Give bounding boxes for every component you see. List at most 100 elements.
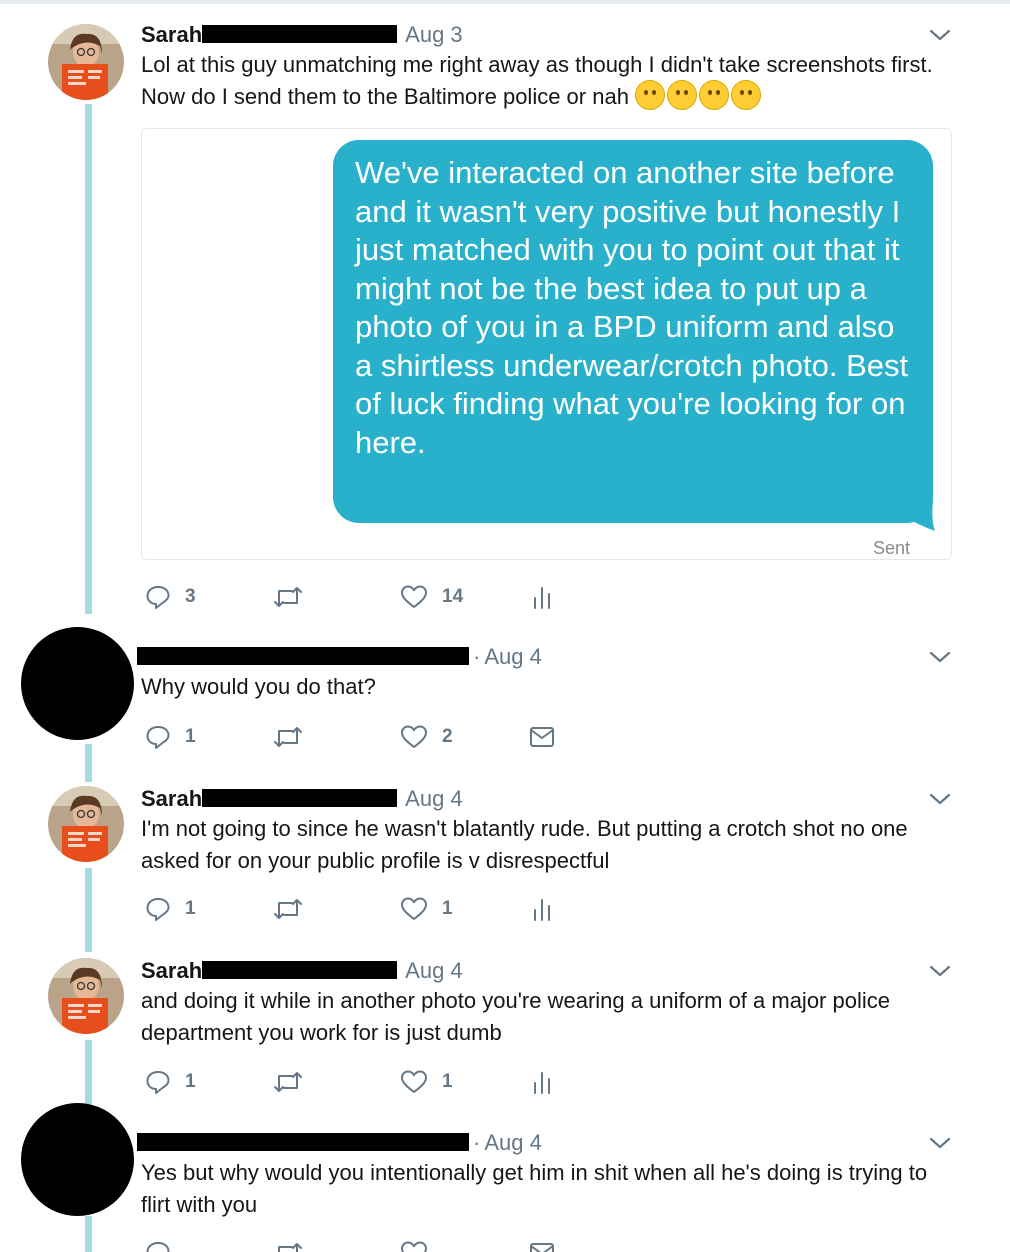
chevron-down-icon[interactable] (928, 791, 952, 807)
top-divider (0, 0, 1010, 4)
retweet-button[interactable] (273, 894, 303, 924)
direct-message-button[interactable] (528, 1238, 556, 1252)
tweet-date[interactable]: Aug 3 (405, 22, 463, 47)
thread-line (85, 1216, 92, 1252)
chevron-down-icon[interactable] (928, 27, 952, 43)
retweet-button[interactable] (273, 582, 303, 612)
reply-icon (146, 898, 170, 921)
tweet-date[interactable]: Aug 4 (405, 958, 463, 983)
thread-line (85, 868, 92, 952)
like-count: 1 (442, 898, 453, 919)
redacted-handle (202, 25, 398, 44)
emoji-group (634, 80, 761, 111)
tweet-actions: 1 2 (141, 722, 561, 752)
avatar[interactable] (48, 24, 124, 100)
analytics-button[interactable] (532, 582, 552, 612)
like-icon (401, 897, 427, 920)
reply-icon (146, 586, 170, 609)
like-icon (401, 725, 427, 748)
tweet-date[interactable]: Aug 4 (484, 1130, 542, 1155)
reply-count: 1 (185, 726, 196, 747)
redacted-handle (202, 789, 398, 808)
reply-icon (146, 726, 170, 749)
upside-down-face-icon (666, 80, 697, 111)
tweet-actions (141, 1238, 561, 1252)
retweet-icon (274, 587, 302, 607)
tweet-header: · Aug 4 (137, 643, 542, 671)
reply-icon (146, 1242, 170, 1252)
separator-dot: · (473, 1130, 481, 1155)
tears-of-joy-face-icon (730, 80, 761, 111)
thread-line (85, 104, 92, 614)
direct-message-button[interactable] (528, 722, 556, 752)
analytics-icon (534, 899, 550, 921)
thread-line (85, 744, 92, 782)
tweet-actions: 1 1 (141, 1067, 561, 1097)
retweet-button[interactable] (273, 722, 303, 752)
like-button[interactable]: 1 (400, 894, 453, 924)
tweet-date[interactable]: Aug 4 (484, 644, 542, 669)
analytics-icon (534, 587, 550, 609)
message-bubble: We've interacted on another site before … (333, 140, 933, 523)
author-name[interactable]: Sarah (141, 22, 202, 47)
author-name[interactable]: Sarah (141, 958, 202, 983)
reply-button[interactable]: 3 (145, 582, 196, 612)
tweet-text: Yes but why would you intentionally get … (141, 1160, 928, 1217)
like-count: 2 (442, 726, 453, 747)
analytics-button[interactable] (532, 1067, 552, 1097)
tweet-text: I'm not going to since he wasn't blatant… (141, 816, 908, 873)
tweet-text: Why would you do that? (141, 674, 376, 699)
tweet-header: · Aug 4 (137, 1129, 542, 1157)
tweet-actions: 1 1 (141, 894, 561, 924)
redacted-name (137, 647, 469, 666)
tweet-header: Sarah Aug 3 (141, 21, 463, 49)
redacted-handle (202, 961, 398, 980)
like-button[interactable] (400, 1238, 428, 1252)
analytics-button[interactable] (532, 894, 552, 924)
like-button[interactable]: 14 (400, 582, 463, 612)
avatar[interactable] (48, 786, 124, 862)
tweet-text: Lol at this guy unmatching me right away… (141, 49, 941, 113)
chevron-down-icon[interactable] (928, 963, 952, 979)
chevron-down-icon[interactable] (928, 649, 952, 665)
author-name[interactable]: Sarah (141, 786, 202, 811)
reply-icon (146, 1071, 170, 1094)
direct-message-icon (530, 1243, 554, 1252)
avatar[interactable] (48, 958, 124, 1034)
chevron-down-icon[interactable] (928, 1135, 952, 1151)
media-screenshot[interactable]: We've interacted on another site before … (141, 128, 952, 560)
reply-button[interactable]: 1 (145, 722, 196, 752)
tweet-date[interactable]: Aug 4 (405, 786, 463, 811)
bubble-tail (913, 501, 935, 531)
message-status: Sent (873, 538, 911, 558)
like-button[interactable]: 1 (400, 1067, 453, 1097)
retweet-icon (274, 899, 302, 919)
retweet-icon (274, 727, 302, 747)
tweet-actions: 3 14 (141, 582, 561, 612)
tweet-header: Sarah Aug 4 (141, 957, 463, 985)
separator-dot: · (473, 644, 481, 669)
like-icon (401, 1070, 427, 1093)
like-icon (401, 585, 427, 608)
reply-button[interactable]: 1 (145, 894, 196, 924)
reply-button[interactable]: 1 (145, 1067, 196, 1097)
avatar[interactable] (21, 627, 134, 740)
tweet-text: and doing it while in another photo you'… (141, 988, 890, 1045)
retweet-button[interactable] (273, 1238, 303, 1252)
retweet-button[interactable] (273, 1067, 303, 1097)
reply-count: 1 (185, 1071, 196, 1092)
avatar[interactable] (21, 1103, 134, 1216)
like-count: 1 (442, 1071, 453, 1092)
tweet-text-content: Lol at this guy unmatching me right away… (141, 52, 933, 109)
reply-button[interactable] (145, 1238, 171, 1252)
thinking-face-icon (634, 80, 665, 111)
redacted-name (137, 1133, 469, 1152)
like-count: 14 (442, 586, 464, 607)
tweet-header: Sarah Aug 4 (141, 785, 463, 813)
reply-count: 1 (185, 898, 196, 919)
like-button[interactable]: 2 (400, 722, 453, 752)
reply-count: 3 (185, 586, 196, 607)
retweet-icon (274, 1072, 302, 1092)
retweet-icon (278, 1243, 302, 1252)
direct-message-icon (530, 727, 554, 747)
